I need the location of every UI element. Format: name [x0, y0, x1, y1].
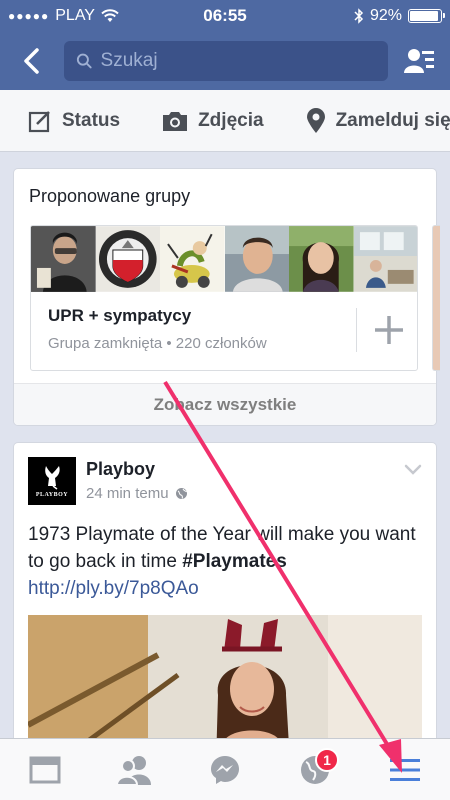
battery-fill [410, 11, 438, 21]
status-button[interactable]: Status [0, 90, 134, 151]
camera-icon [163, 111, 188, 131]
nav-row [0, 32, 450, 90]
post-options-button[interactable] [404, 463, 422, 481]
group-member-photos [31, 226, 417, 292]
member-photo [95, 226, 161, 292]
group-name[interactable]: UPR + sympatycy [48, 306, 191, 326]
messenger-icon [211, 755, 239, 784]
see-all-groups-link[interactable]: Zobacz wszystkie [14, 383, 436, 425]
group-suggestion-card[interactable]: UPR + sympatycy Grupa zamknięta • 220 cz… [30, 225, 418, 371]
back-button[interactable] [12, 41, 50, 81]
notification-badge: 1 [315, 747, 339, 772]
friend-requests-icon [404, 49, 434, 73]
post-hashtag[interactable]: #Playmates [182, 551, 287, 572]
join-group-button[interactable] [369, 306, 409, 354]
divider [356, 308, 357, 352]
location-pin-icon [306, 107, 325, 133]
feed-post: PLAYBOY Playboy 24 min temu 1973 Playmat… [14, 443, 436, 763]
member-photo [224, 226, 290, 292]
author-avatar[interactable]: PLAYBOY [28, 457, 76, 505]
post-link[interactable]: http://ply.by/7p8QAo [28, 578, 199, 599]
carrier-label: PLAY [55, 7, 95, 24]
member-photo [353, 226, 417, 292]
globe-icon [175, 488, 187, 499]
check-in-button-label: Zamelduj się [335, 109, 450, 131]
suggested-groups-card: Proponowane grupy UPR + sympatycy Grupa … [14, 169, 440, 425]
next-group-suggestion[interactable] [432, 225, 440, 371]
post-author[interactable]: Playboy [86, 459, 155, 480]
wifi-icon [101, 9, 119, 22]
edit-icon [28, 110, 50, 132]
bluetooth-icon [354, 8, 364, 24]
news-feed-icon [29, 756, 61, 783]
battery-icon [408, 9, 445, 23]
battery-percent: 92% [369, 7, 402, 24]
group-meta: Grupa zamknięta • 220 członków [48, 335, 267, 352]
friends-icon [117, 755, 151, 785]
post-text: 1973 Playmate of the Year will make you … [28, 521, 423, 602]
tab-friend-requests[interactable] [105, 744, 165, 796]
bottom-tab-bar: 1 [0, 738, 450, 800]
check-in-button[interactable]: Zamelduj się [278, 90, 450, 151]
plus-icon [375, 316, 403, 344]
tab-messenger[interactable] [195, 744, 255, 796]
menu-icon [390, 758, 420, 781]
bunny-logo-icon [45, 466, 60, 490]
status-button-label: Status [62, 109, 121, 131]
friend-requests-button[interactable] [402, 41, 438, 81]
chevron-down-icon [404, 464, 422, 475]
tab-notifications[interactable]: 1 [285, 744, 345, 796]
tab-menu[interactable] [375, 744, 435, 796]
composer-actions: Status Zdjęcia Zamelduj się [0, 90, 450, 152]
top-bar: ●●●●● PLAY 06:55 92% [0, 0, 450, 90]
photos-button-label: Zdjęcia [198, 109, 264, 131]
search-icon [76, 53, 92, 69]
member-photo [31, 226, 96, 292]
post-timestamp: 24 min temu [86, 485, 188, 502]
search-input[interactable] [100, 50, 376, 72]
suggested-groups-title: Proponowane grupy [29, 186, 191, 206]
photos-button[interactable]: Zdjęcia [134, 90, 277, 151]
signal-strength-icon: ●●●●● [8, 9, 50, 23]
status-bar: ●●●●● PLAY 06:55 92% [0, 0, 450, 32]
post-time-text: 24 min temu [86, 485, 169, 502]
chevron-left-icon [24, 48, 39, 74]
member-photo [160, 226, 225, 292]
tab-news-feed[interactable] [15, 744, 75, 796]
author-avatar-text: PLAYBOY [35, 492, 69, 498]
member-photo [289, 226, 354, 292]
search-bar[interactable] [64, 41, 388, 81]
